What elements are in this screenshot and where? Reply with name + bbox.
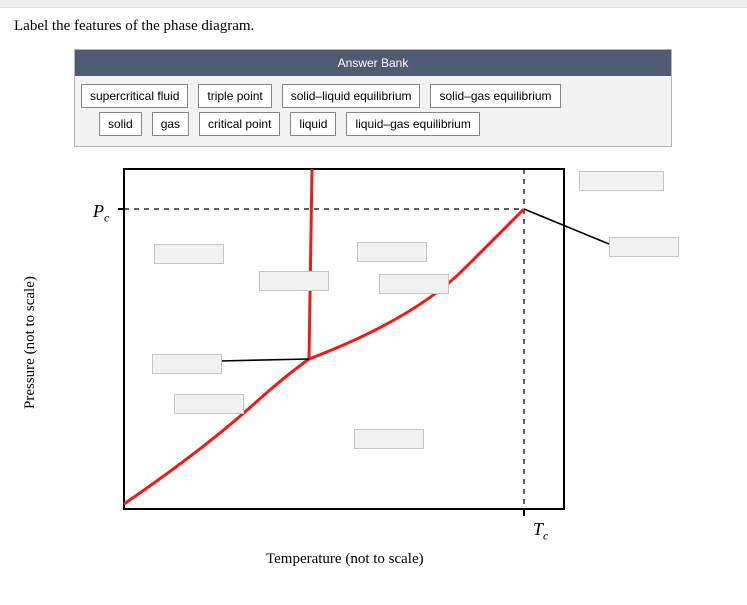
answer-bank: Answer Bank supercritical fluid triple p… (74, 49, 672, 147)
chip-solid-gas-equilibrium[interactable]: solid–gas equilibrium (430, 84, 560, 108)
chip-solid-liquid-equilibrium[interactable]: solid–liquid equilibrium (282, 84, 421, 108)
drop-zone-left-upper[interactable] (154, 244, 224, 264)
chip-liquid-gas-equilibrium[interactable]: liquid–gas equilibrium (346, 112, 479, 136)
drop-zone-critical-point[interactable] (609, 237, 679, 257)
chip-triple-point[interactable]: triple point (198, 84, 271, 108)
drop-zone-triple-point[interactable] (152, 354, 222, 374)
chip-supercritical-fluid[interactable]: supercritical fluid (81, 84, 188, 108)
drop-zone-liquid-upper[interactable] (357, 242, 427, 262)
drop-zone-gas-region[interactable] (354, 429, 424, 449)
diagram-svg (34, 149, 734, 589)
y-axis-label: Pressure (not to scale) (22, 276, 39, 409)
question-prompt: Label the features of the phase diagram. (14, 18, 733, 35)
phase-diagram: Pressure (not to scale) Temperature (not… (34, 149, 734, 589)
drop-zone-top-right[interactable] (579, 171, 664, 191)
tc-label: Tc (533, 519, 548, 544)
chip-solid[interactable]: solid (99, 112, 142, 136)
drop-zone-lg-boundary[interactable] (379, 274, 449, 294)
x-axis-label: Temperature (not to scale) (266, 551, 424, 568)
chip-liquid[interactable]: liquid (290, 112, 336, 136)
chip-gas[interactable]: gas (152, 112, 189, 136)
chip-critical-point[interactable]: critical point (199, 112, 280, 136)
drop-zone-sg-boundary[interactable] (174, 394, 244, 414)
pc-label: Pc (93, 201, 109, 226)
drop-zone-sl-boundary[interactable] (259, 271, 329, 291)
worksheet: Answer Bank supercritical fluid triple p… (34, 49, 734, 589)
answer-bank-title: Answer Bank (75, 50, 671, 76)
